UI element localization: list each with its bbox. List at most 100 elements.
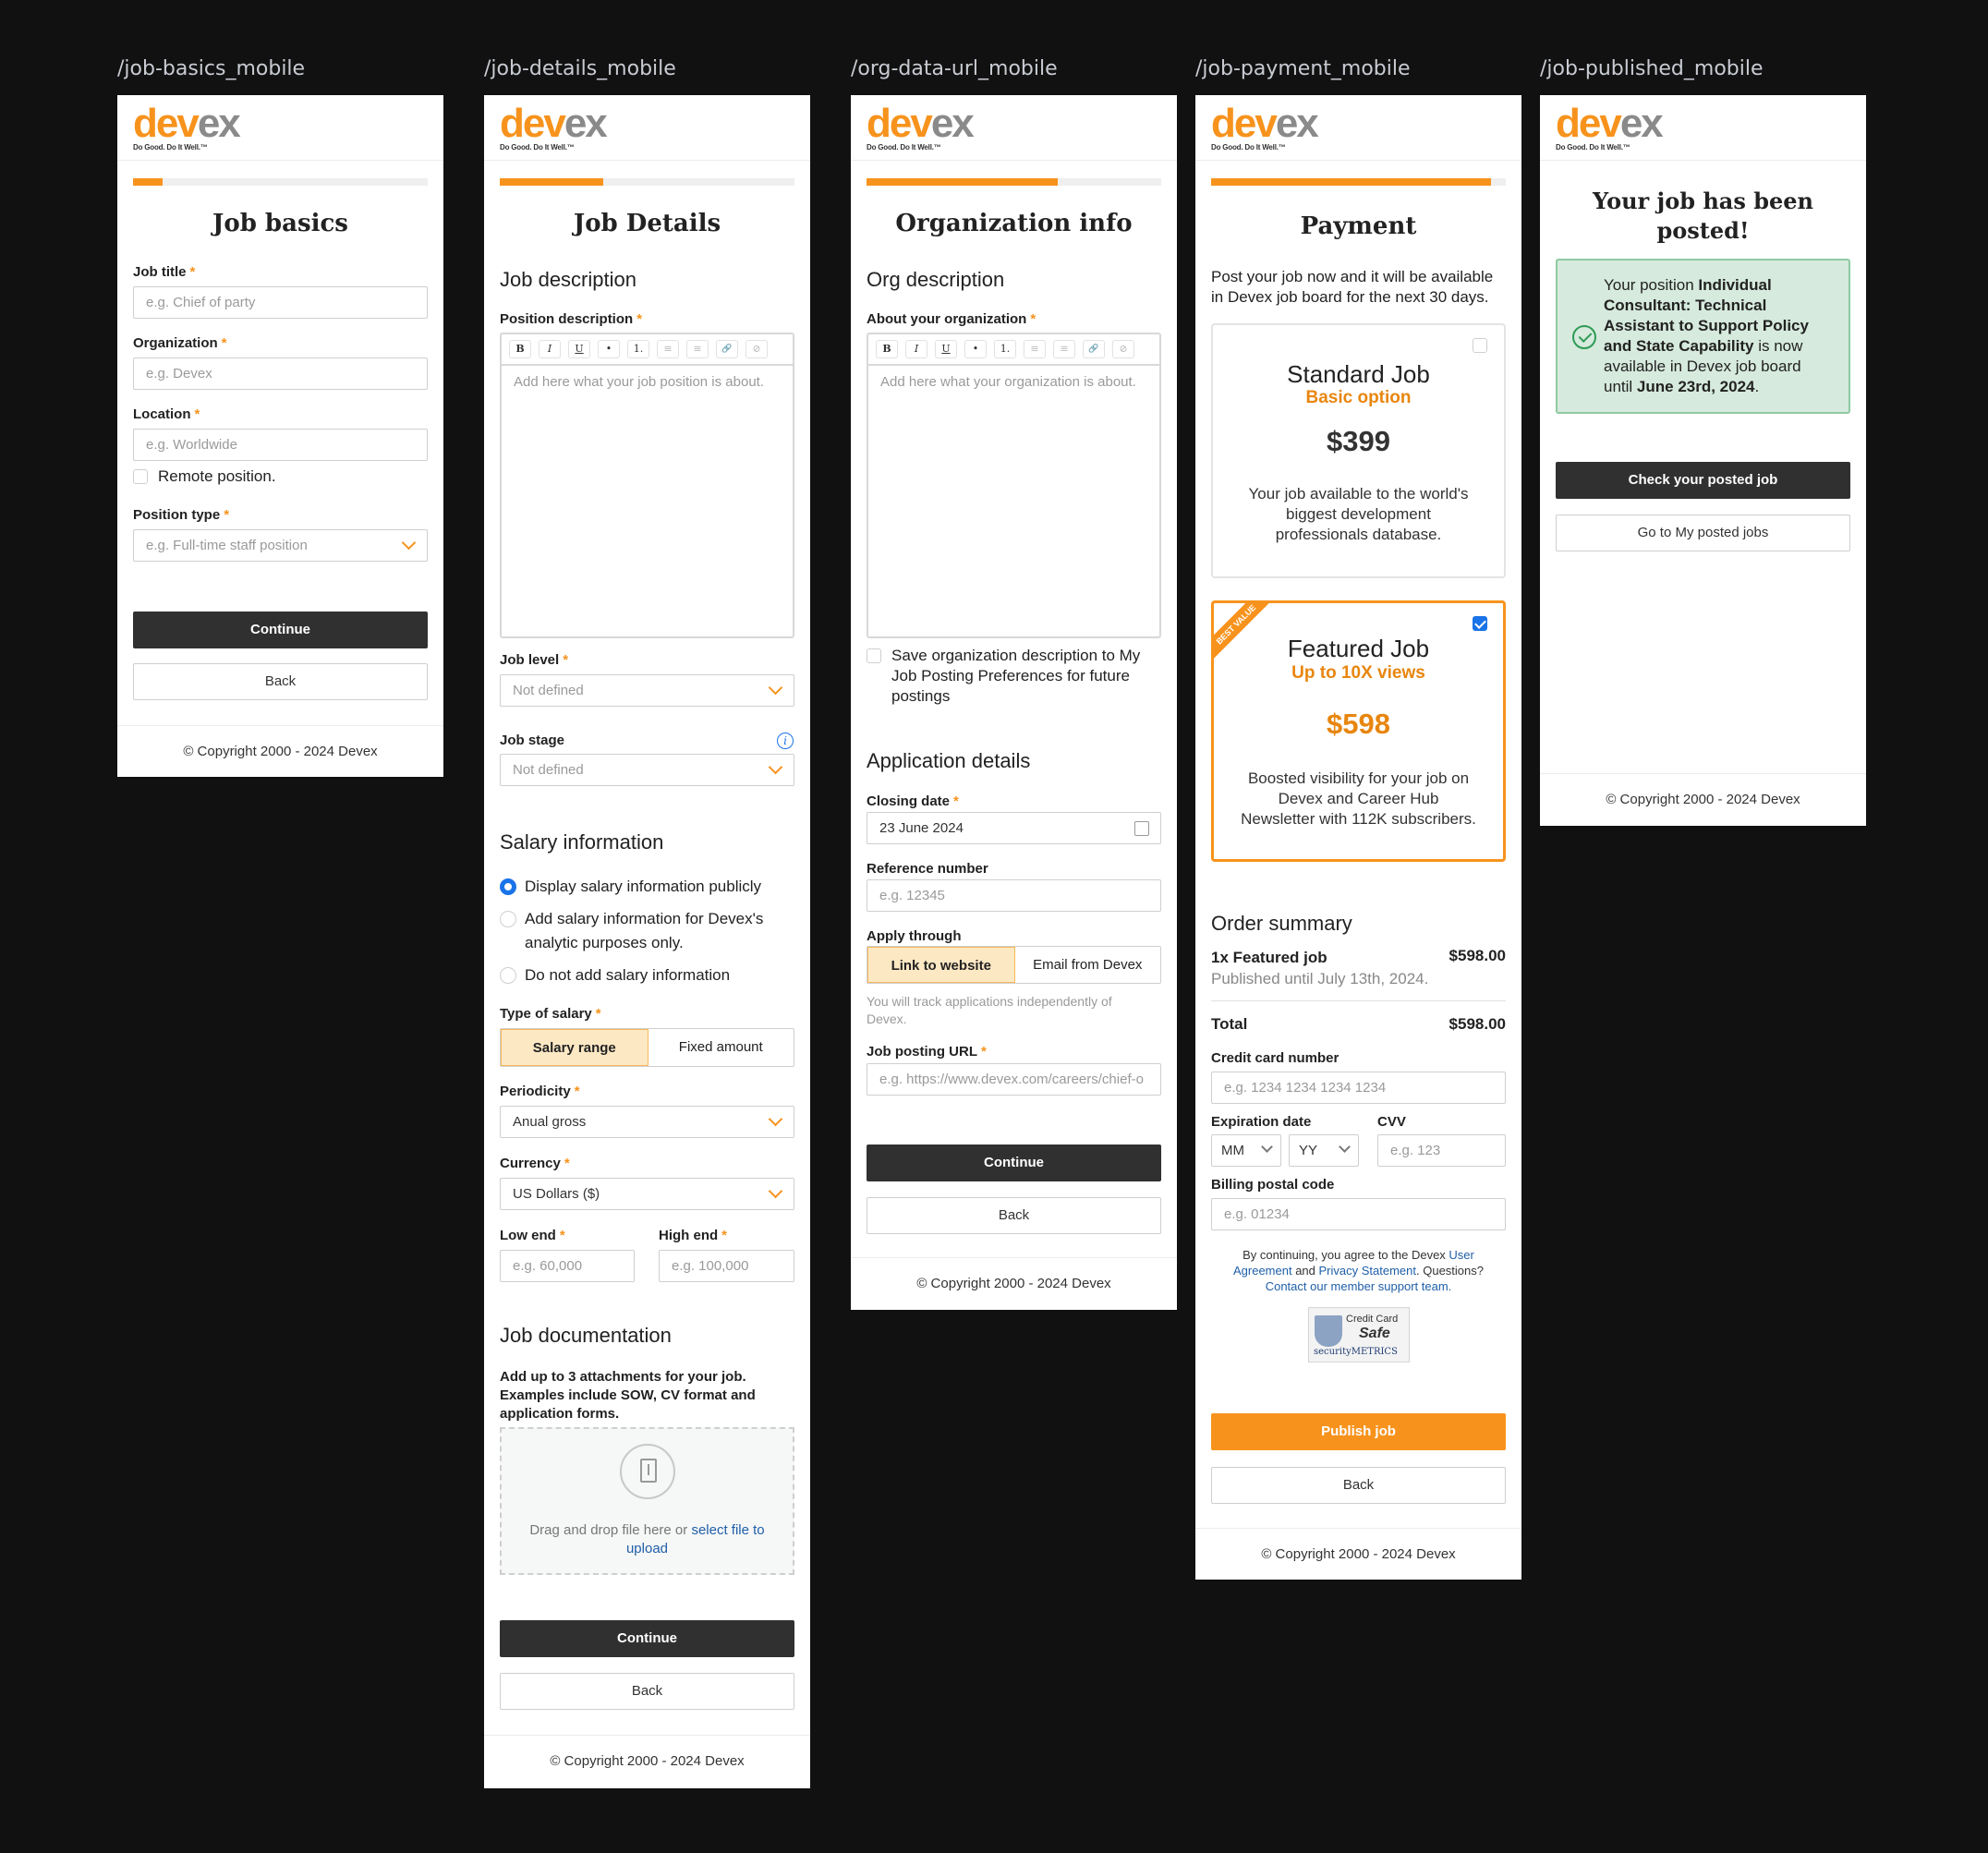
credit-card-input[interactable]: e.g. 1234 1234 1234 1234 (1211, 1072, 1506, 1104)
divider (1211, 1000, 1506, 1001)
periodicity-select[interactable]: Anual gross (500, 1106, 794, 1138)
bullet-list-icon[interactable]: • (598, 340, 620, 358)
location-input[interactable]: e.g. Worldwide (133, 429, 428, 461)
outdent-icon[interactable]: ≡ (1053, 340, 1075, 358)
italic-icon[interactable]: I (539, 340, 561, 358)
about-org-editor[interactable]: B I U • 1. ≡ ≡ 🔗 ⊘ Add here what your or… (867, 333, 1161, 638)
reference-number-input[interactable]: e.g. 12345 (867, 879, 1161, 912)
italic-icon[interactable]: I (905, 340, 927, 358)
indent-icon[interactable]: ≡ (1024, 340, 1046, 358)
editor-toolbar: B I U • 1. ≡ ≡ 🔗 ⊘ (868, 334, 1159, 366)
numbered-list-icon[interactable]: 1. (994, 340, 1016, 358)
radio-display-publicly[interactable] (500, 878, 516, 895)
back-button[interactable]: Back (867, 1197, 1161, 1234)
salary-range-option[interactable]: Salary range (501, 1029, 649, 1066)
link-to-website-option[interactable]: Link to website (867, 947, 1015, 983)
section-title: Salary information (500, 830, 664, 854)
back-button[interactable]: Back (500, 1673, 794, 1710)
billing-postal-input[interactable]: e.g. 01234 (1211, 1198, 1506, 1230)
continue-button[interactable]: Continue (133, 612, 428, 648)
expiry-year-select[interactable]: YY (1289, 1134, 1359, 1167)
expiry-month-select[interactable]: MM (1211, 1134, 1281, 1167)
devex-logo[interactable]: devex (133, 103, 443, 144)
editor-placeholder: Add here what your organization is about… (880, 374, 1136, 390)
devex-logo[interactable]: devex (1211, 103, 1521, 144)
header: devex Do Good. Do It Well.™ (117, 95, 443, 161)
radio-analytic-only[interactable] (500, 911, 516, 927)
standard-job-card[interactable]: Standard Job Basic option $399 Your job … (1211, 323, 1506, 578)
footer: © Copyright 2000 - 2024 Devex (484, 1735, 810, 1786)
devex-logo[interactable]: devex (867, 103, 1177, 144)
position-description-editor[interactable]: B I U • 1. ≡ ≡ 🔗 ⊘ Add here what your jo… (500, 333, 794, 638)
cvv-input[interactable]: e.g. 123 (1377, 1134, 1506, 1167)
email-from-devex-option[interactable]: Email from Devex (1015, 947, 1161, 983)
location-label: Location * (133, 406, 200, 422)
total-value: $598.00 (1449, 1015, 1506, 1033)
link-icon[interactable]: 🔗 (716, 340, 738, 358)
position-type-select[interactable]: e.g. Full-time staff position (133, 529, 428, 562)
organization-input[interactable]: e.g. Devex (133, 357, 428, 390)
select-file-link[interactable]: upload (626, 1541, 668, 1556)
continue-button[interactable]: Continue (867, 1144, 1161, 1181)
page-title: Organization info (895, 210, 1133, 237)
fixed-amount-option[interactable]: Fixed amount (649, 1029, 794, 1066)
payment-intro: in Devex job board for the next 30 days. (1211, 288, 1489, 306)
indent-icon[interactable]: ≡ (657, 340, 679, 358)
chevron-down-icon (768, 759, 783, 775)
job-posting-url-input[interactable]: e.g. https://www.devex.com/careers/chief… (867, 1063, 1161, 1096)
save-description-label: postings (891, 687, 951, 705)
order-item-name: 1x Featured job (1211, 949, 1327, 966)
check-posted-job-button[interactable]: Check your posted job (1556, 462, 1850, 499)
privacy-statement-link[interactable]: Privacy Statement (1319, 1264, 1417, 1278)
progress-bar (1211, 178, 1506, 186)
select-file-link[interactable]: select file to (691, 1522, 764, 1538)
high-end-input[interactable]: e.g. 100,000 (659, 1250, 794, 1282)
low-end-input[interactable]: e.g. 60,000 (500, 1250, 635, 1282)
bold-icon[interactable]: B (876, 340, 898, 358)
my-posted-jobs-button[interactable]: Go to My posted jobs (1556, 515, 1850, 551)
user-agreement-link[interactable]: User (1449, 1248, 1473, 1262)
featured-job-card[interactable]: BEST VALUE Featured Job Up to 10X views … (1211, 600, 1506, 862)
radio-do-not-add[interactable] (500, 967, 516, 984)
footer: © Copyright 2000 - 2024 Devex (1540, 773, 1866, 825)
cvv-label: CVV (1377, 1114, 1406, 1130)
featured-job-checkbox[interactable] (1473, 616, 1487, 631)
screen-label: /job-published_mobile (1540, 57, 1764, 80)
page-title: Your job has been posted! (1593, 188, 1813, 244)
underline-icon[interactable]: U (935, 340, 957, 358)
bold-icon[interactable]: B (509, 340, 531, 358)
job-title-input[interactable]: e.g. Chief of party (133, 286, 428, 319)
progress-fill (500, 178, 603, 186)
order-item-price: $598.00 (1449, 947, 1506, 964)
standard-job-checkbox[interactable] (1473, 338, 1487, 353)
link-icon[interactable]: 🔗 (1083, 340, 1105, 358)
devex-logo[interactable]: devex (1556, 103, 1866, 144)
chevron-down-icon (768, 1111, 783, 1127)
salary-type-toggle: Salary range Fixed amount (500, 1028, 794, 1067)
job-level-select[interactable]: Not defined (500, 674, 794, 707)
unlink-icon[interactable]: ⊘ (1112, 340, 1134, 358)
save-description-checkbox[interactable] (867, 648, 881, 663)
chevron-down-icon (401, 535, 417, 551)
contact-support-link[interactable]: Contact our member support team. (1266, 1279, 1452, 1293)
back-button[interactable]: Back (1211, 1467, 1506, 1504)
numbered-list-icon[interactable]: 1. (627, 340, 649, 358)
closing-date-input[interactable]: 23 June 2024 (867, 812, 1161, 844)
unlink-icon[interactable]: ⊘ (746, 340, 768, 358)
continue-button[interactable]: Continue (500, 1620, 794, 1657)
editor-placeholder: Add here what your job position is about… (514, 374, 765, 390)
outdent-icon[interactable]: ≡ (686, 340, 709, 358)
publish-job-button[interactable]: Publish job (1211, 1413, 1506, 1450)
back-button[interactable]: Back (133, 663, 428, 700)
underline-icon[interactable]: U (568, 340, 590, 358)
remote-checkbox[interactable] (133, 469, 148, 484)
info-icon[interactable]: i (777, 733, 794, 749)
devex-logo[interactable]: devex (500, 103, 810, 144)
save-description-label: Job Posting Preferences for future (891, 667, 1130, 684)
file-drop-zone[interactable]: Drag and drop file here or select file t… (500, 1427, 794, 1575)
bullet-list-icon[interactable]: • (964, 340, 987, 358)
job-stage-select[interactable]: Not defined (500, 754, 794, 786)
currency-select[interactable]: US Dollars ($) (500, 1178, 794, 1210)
tagline: Do Good. Do It Well.™ (867, 143, 941, 151)
user-agreement-link[interactable]: Agreement (1233, 1264, 1292, 1278)
